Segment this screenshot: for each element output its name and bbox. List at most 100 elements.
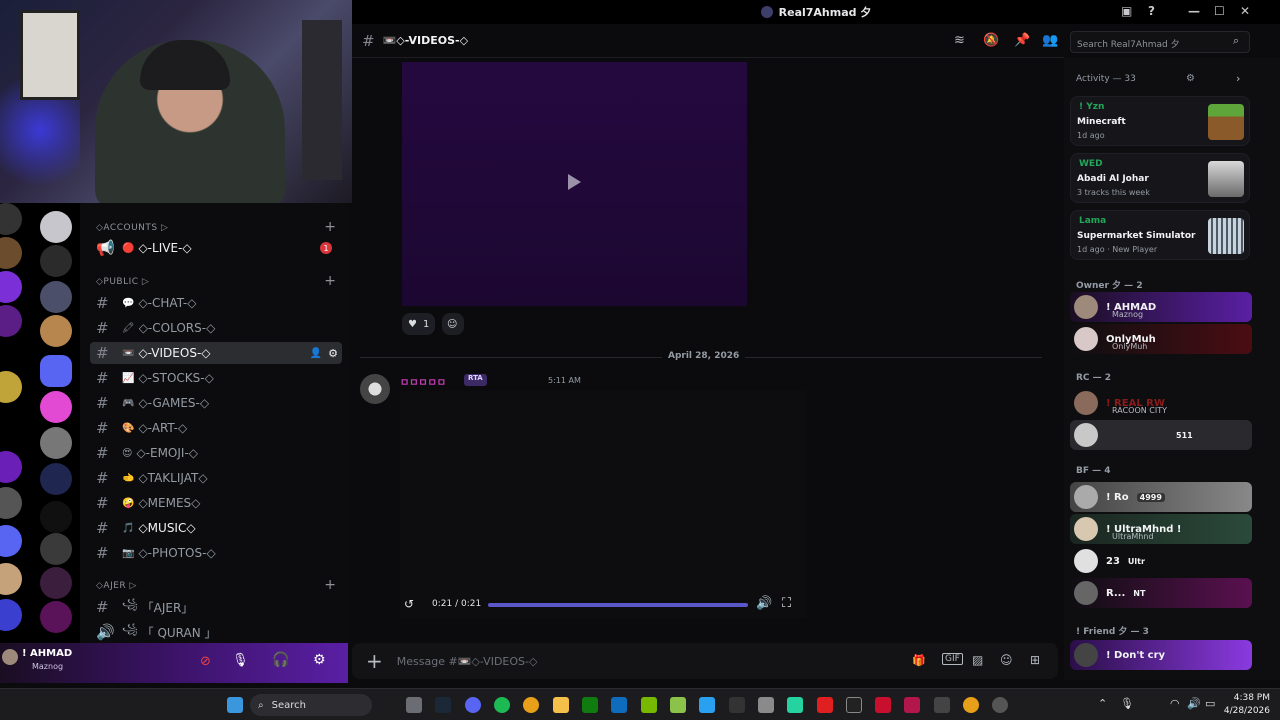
discord-icon[interactable] — [465, 697, 481, 713]
play-icon[interactable] — [568, 174, 581, 190]
video-progress-bar[interactable] — [488, 603, 748, 607]
chevron-up-icon[interactable]: ⌃ — [1098, 697, 1107, 710]
server-icon[interactable] — [0, 203, 22, 235]
app-icon[interactable] — [699, 697, 715, 713]
capcut-icon[interactable] — [846, 697, 862, 713]
gear-icon[interactable]: ⚙ — [328, 347, 338, 360]
channel-music[interactable]: # 🎵 ◇MUSIC◇ — [90, 517, 342, 539]
server-icon[interactable] — [40, 315, 72, 347]
server-icon[interactable] — [40, 463, 72, 495]
add-reaction-button[interactable]: ☺ — [442, 313, 464, 335]
folder-icon[interactable] — [553, 697, 569, 713]
server-icon[interactable] — [0, 305, 22, 337]
invite-icon[interactable]: 👤 — [310, 348, 322, 359]
activity-card[interactable]: WED Abadi Al Johar 3 tracks this week — [1070, 153, 1250, 203]
app-icon[interactable] — [817, 697, 833, 713]
reaction-heart[interactable]: ♥ 1 — [402, 313, 436, 335]
member-item[interactable]: 511 — [1070, 420, 1252, 450]
add-channel-icon[interactable]: + — [324, 273, 336, 289]
inbox-icon[interactable]: ▣ — [1121, 4, 1132, 18]
member-item[interactable]: ! Don't cry — [1070, 640, 1252, 670]
volume-icon[interactable]: 🔊 — [756, 596, 772, 611]
server-icon[interactable] — [0, 237, 22, 269]
spotify-icon[interactable] — [494, 697, 510, 713]
channel-chat[interactable]: # 💬 ◇-CHAT-◇ — [90, 292, 342, 314]
message-author[interactable]: ㅁㅁㅁㅁㅁ — [400, 374, 446, 389]
channel-memes[interactable]: # 🤪 ◇MEMES◇ — [90, 492, 342, 514]
volume-icon[interactable]: 🔊 — [1187, 697, 1201, 710]
server-icon[interactable] — [0, 487, 22, 519]
message-input[interactable]: Message #📼◇-VIDEOS-◇ — [397, 655, 538, 668]
message-composer[interactable]: + Message #📼◇-VIDEOS-◇ 🎁 GIF ▨ ☺ ⊞ — [352, 643, 1058, 679]
steam-icon[interactable] — [435, 697, 451, 713]
threads-icon[interactable]: ≋ — [954, 33, 965, 48]
member-item[interactable]: ! UltraMhnd ! UltraMhnd — [1070, 514, 1252, 544]
xbox-icon[interactable] — [582, 697, 598, 713]
category-accounts[interactable]: ◇ACCOUNTS ▷ — [96, 223, 168, 233]
member-item[interactable]: R... NT — [1070, 578, 1252, 608]
avatar[interactable] — [360, 374, 390, 404]
headphones-icon[interactable]: 🎧 — [272, 652, 289, 668]
channel-games[interactable]: # 🎮 ◇-GAMES-◇ — [90, 392, 342, 414]
server-icon[interactable] — [0, 271, 22, 303]
member-item[interactable]: ! REAL RW RACOON CITY — [1070, 388, 1252, 418]
notification-bell-icon[interactable]: 🔕 — [983, 33, 999, 48]
server-icon[interactable] — [40, 567, 72, 599]
channel-taklijat[interactable]: # 🫲 ◇TAKLIJAT◇ — [90, 467, 342, 489]
gif-icon[interactable]: GIF — [942, 653, 963, 665]
server-icon[interactable] — [0, 371, 22, 403]
pin-icon[interactable]: 📌 — [1014, 33, 1030, 48]
member-item[interactable]: ! Ro 4999 — [1070, 482, 1252, 512]
search-icon[interactable]: ⌕ — [1233, 34, 1239, 48]
chevron-right-icon[interactable]: › — [1236, 72, 1240, 85]
server-icon[interactable] — [40, 391, 72, 423]
avatar[interactable] — [2, 649, 18, 665]
category-ajer[interactable]: ◇AJER ▷ — [96, 581, 137, 591]
store-icon[interactable] — [611, 697, 627, 713]
app-icon[interactable] — [758, 697, 774, 713]
category-public[interactable]: ◇PUBLIC ▷ — [96, 277, 149, 287]
server-icon[interactable] — [40, 281, 72, 313]
server-icon[interactable] — [40, 501, 72, 533]
video-attachment[interactable] — [402, 62, 747, 306]
channel-live[interactable]: 📢 🔴 ◇-LIVE-◇ 1 — [90, 237, 342, 259]
app-icon[interactable] — [904, 697, 920, 713]
gear-icon[interactable]: ⚙ — [1186, 73, 1195, 84]
microphone-icon[interactable]: 🎙 — [232, 653, 249, 668]
close-icon[interactable]: ✕ — [1240, 4, 1250, 18]
server-icon[interactable] — [40, 427, 72, 459]
server-icon[interactable] — [40, 245, 72, 277]
apps-icon[interactable]: ⊞ — [1030, 653, 1040, 667]
app-icon[interactable] — [670, 697, 686, 713]
channel-quran[interactable]: 🔊 ꧁ 「 QURAN 」 — [90, 621, 342, 643]
server-icon[interactable] — [40, 601, 72, 633]
gift-icon[interactable]: 🎁 — [912, 654, 926, 667]
channel-ajer[interactable]: # ꧁ 「AJER」 — [90, 596, 342, 618]
screen-share-off-icon[interactable]: ⊘ — [200, 654, 211, 669]
emoji-icon[interactable]: ☺ — [1000, 653, 1013, 667]
wifi-icon[interactable]: ◠ — [1170, 697, 1180, 710]
add-channel-icon[interactable]: + — [324, 577, 336, 593]
fullscreen-icon[interactable]: ⛶ — [782, 596, 791, 611]
channel-photos[interactable]: # 📷 ◇-PHOTOS-◇ — [90, 542, 342, 564]
replay-icon[interactable]: ↺ — [404, 597, 414, 611]
channel-art[interactable]: # 🎨 ◇-ART-◇ — [90, 417, 342, 439]
attach-plus-icon[interactable]: + — [366, 649, 383, 673]
settings-icon[interactable] — [992, 697, 1008, 713]
member-item[interactable]: OnlyMuh OnlyMuh — [1070, 324, 1252, 354]
clock-date[interactable]: 4/28/2026 — [1206, 706, 1270, 716]
app-icon[interactable] — [934, 697, 950, 713]
member-item[interactable]: ! AHMAD Maznog — [1070, 292, 1252, 322]
chrome-icon[interactable] — [523, 697, 539, 713]
server-icon[interactable] — [0, 563, 22, 595]
video-player[interactable] — [400, 391, 806, 618]
app-icon[interactable] — [875, 697, 891, 713]
sticker-icon[interactable]: ▨ — [972, 653, 983, 667]
app-icon[interactable] — [787, 697, 803, 713]
activity-card[interactable]: Lama Supermarket Simulator 1d ago · New … — [1070, 210, 1250, 260]
server-icon[interactable] — [0, 525, 22, 557]
start-icon[interactable] — [227, 697, 243, 713]
server-icon[interactable] — [0, 451, 22, 483]
add-channel-icon[interactable]: + — [324, 219, 336, 235]
search-input[interactable]: Search Real7Ahmad 夕 — [1070, 31, 1250, 53]
